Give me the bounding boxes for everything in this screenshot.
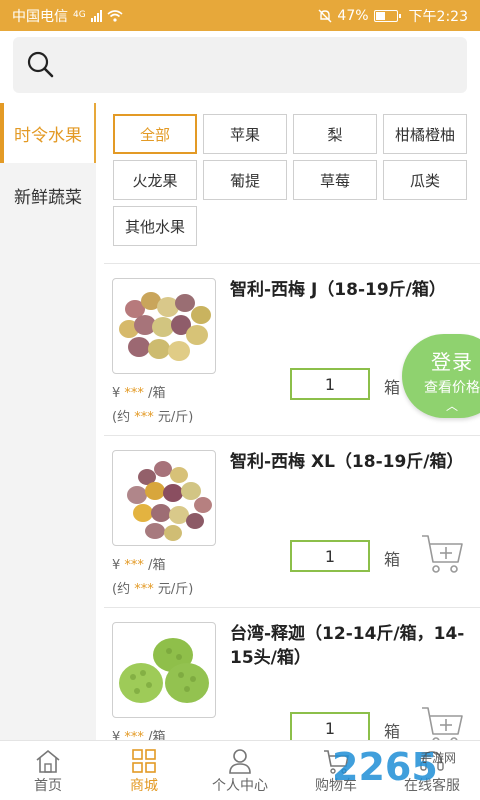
mute-icon	[318, 9, 332, 22]
product-name[interactable]: 台湾-释迦（12-14斤/箱，14-15头/箱）	[230, 622, 466, 670]
approx-mask: ***	[134, 410, 154, 425]
product-unit-price: (约 *** 元/斤)	[112, 578, 193, 597]
watermark-text: 手游网	[420, 751, 457, 765]
filter-tag-dragon-fruit[interactable]: 火龙果	[113, 160, 197, 200]
tab-mall[interactable]: 商城	[96, 741, 192, 800]
home-icon	[36, 749, 60, 773]
filter-tag-other-fruit[interactable]: 其他水果	[113, 206, 197, 246]
product-area: 全部 苹果 梨 柑橘橙柚 火龙果 葡提 草莓 瓜类 其他水果 智利-西梅 J（1…	[96, 103, 480, 743]
product-image-sugar-apple[interactable]	[112, 622, 216, 718]
filter-tag-grape[interactable]: 葡提	[203, 160, 287, 200]
filter-tag-apple[interactable]: 苹果	[203, 114, 287, 154]
header	[0, 31, 480, 103]
network-label: 4G	[73, 9, 86, 20]
product-price: ¥ *** /箱	[112, 382, 165, 401]
approx-prefix: (约	[112, 582, 131, 597]
filter-tag-melon[interactable]: 瓜类	[383, 160, 467, 200]
product-name[interactable]: 智利-西梅 XL（18-19斤/箱）	[230, 450, 466, 474]
quantity-input[interactable]	[290, 368, 370, 400]
product-unit-price: (约 *** 元/斤)	[112, 406, 193, 425]
tab-home[interactable]: 首页	[0, 741, 96, 800]
sidebar-item-fresh-vegetables[interactable]: 新鲜蔬菜	[0, 165, 96, 225]
price-unit: /箱	[148, 558, 166, 573]
quantity-input[interactable]	[290, 712, 370, 743]
search-bar[interactable]	[13, 37, 467, 93]
battery-icon	[373, 9, 401, 22]
filter-tag-pear[interactable]: 梨	[293, 114, 377, 154]
product-price: ¥ *** /箱	[112, 554, 165, 573]
product-name[interactable]: 智利-西梅 J（18-19斤/箱）	[230, 278, 466, 302]
search-input[interactable]	[67, 55, 447, 75]
sidebar-item-label: 时令水果	[14, 125, 82, 146]
add-to-cart-icon[interactable]	[420, 704, 466, 743]
add-to-cart-icon[interactable]	[420, 532, 466, 576]
status-bar: 中国电信 4G 47% 下午2:23	[0, 0, 480, 31]
login-subtitle[interactable]: 查看价格	[402, 377, 480, 397]
clock: 下午2:23	[408, 8, 468, 25]
product-image-plum[interactable]	[112, 278, 216, 374]
wifi-icon	[107, 9, 123, 22]
currency-symbol: ¥	[112, 386, 121, 401]
tab-profile[interactable]: 个人中心	[192, 741, 288, 800]
approx-prefix: (约	[112, 410, 131, 425]
watermark-logo: 2265 手游网	[332, 745, 480, 797]
approx-suffix: 元/斤)	[157, 410, 194, 425]
product-card[interactable]: 智利-西梅 XL（18-19斤/箱） ¥ *** /箱 (约 *** 元/斤) …	[104, 436, 480, 608]
person-icon	[229, 749, 251, 774]
login-title[interactable]: 登录	[402, 346, 480, 375]
quantity-unit: 箱	[384, 550, 401, 569]
product-image-plum-xl[interactable]	[112, 450, 216, 546]
app-screen: 中国电信 4G 47% 下午2:23 时令水果 新鲜蔬菜 全部 苹果 梨 柑橘橙…	[0, 0, 480, 800]
grid-icon	[132, 749, 156, 773]
product-card[interactable]: 台湾-释迦（12-14斤/箱，14-15头/箱） ¥ *** /箱 箱	[104, 608, 480, 743]
approx-mask: ***	[134, 582, 154, 597]
approx-suffix: 元/斤)	[157, 582, 194, 597]
chevron-up-icon: ︿	[445, 399, 458, 413]
signal-icon	[90, 9, 102, 22]
filter-tag-strawberry[interactable]: 草莓	[293, 160, 377, 200]
tab-label: 商城	[130, 778, 158, 794]
login-bubble[interactable]: 登录 查看价格 ︿	[402, 334, 480, 418]
tab-label: 首页	[34, 778, 62, 794]
price-unit: /箱	[148, 386, 166, 401]
filter-tag-citrus[interactable]: 柑橘橙柚	[383, 114, 467, 154]
quantity-unit: 箱	[384, 378, 401, 397]
quantity-unit: 箱	[384, 722, 401, 741]
sidebar-item-seasonal-fruit[interactable]: 时令水果	[0, 103, 96, 163]
tab-label: 个人中心	[212, 778, 268, 794]
sidebar-item-label: 新鲜蔬菜	[14, 187, 82, 208]
price-mask: ***	[124, 558, 144, 573]
search-icon[interactable]	[27, 51, 55, 79]
currency-symbol: ¥	[112, 558, 121, 573]
category-sidebar: 时令水果 新鲜蔬菜	[0, 103, 96, 743]
filter-tags: 全部 苹果 梨 柑橘橙柚 火龙果 葡提 草莓 瓜类 其他水果	[113, 114, 469, 246]
carrier-label: 中国电信	[12, 8, 68, 25]
filter-tag-all[interactable]: 全部	[113, 114, 197, 154]
price-mask: ***	[124, 386, 144, 401]
battery-percent: 47%	[337, 7, 369, 24]
quantity-input[interactable]	[290, 540, 370, 572]
